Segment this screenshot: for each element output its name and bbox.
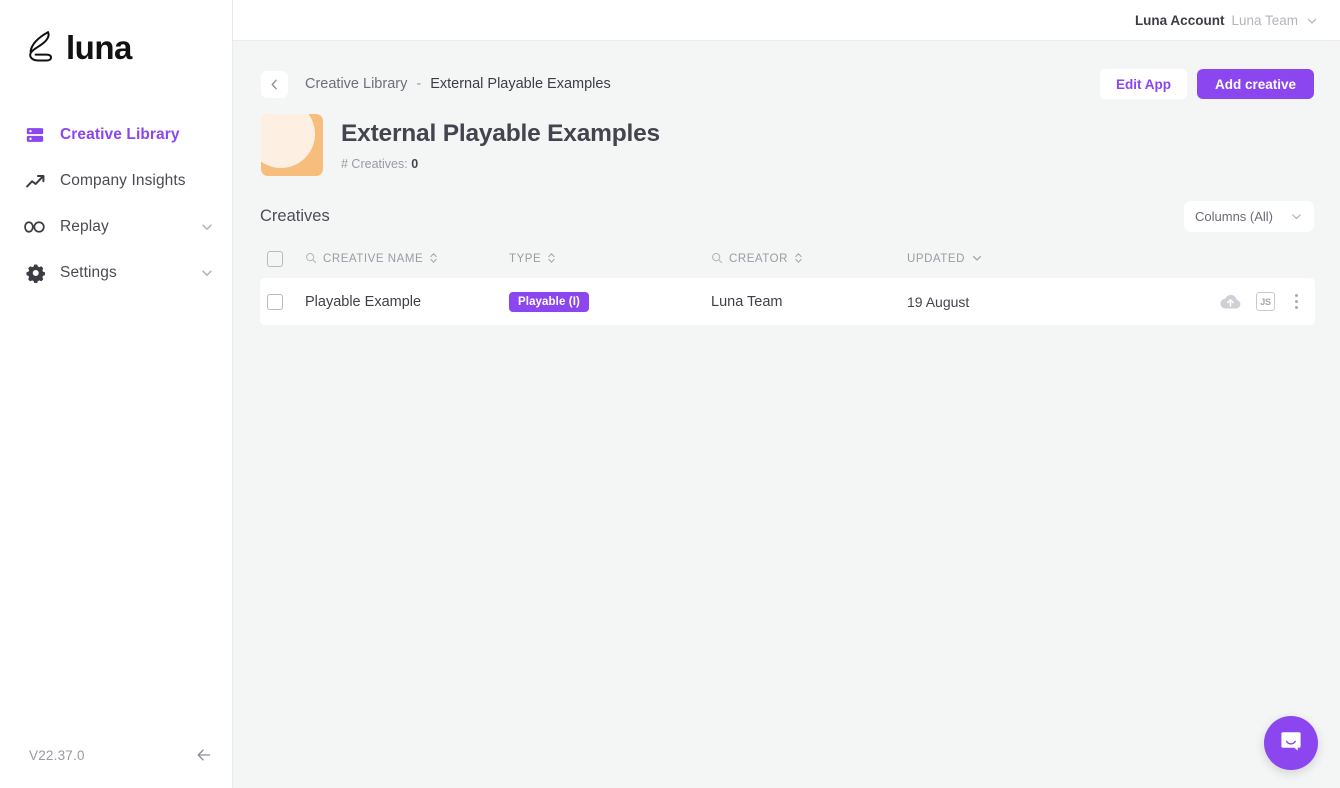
- main-area: Luna Account Luna Team Creative Library …: [233, 0, 1340, 788]
- chevron-down-icon[interactable]: [200, 266, 214, 280]
- sort-arrows-icon[interactable]: [794, 251, 803, 268]
- cell-updated: 19 August: [907, 293, 970, 310]
- page-title: External Playable Examples: [341, 119, 660, 147]
- column-header-label: CREATIVE NAME: [323, 253, 424, 265]
- search-icon[interactable]: [711, 252, 723, 267]
- chevron-down-icon: [1290, 210, 1303, 223]
- column-header-label: UPDATED: [907, 253, 965, 265]
- luna-crescent-logo-icon: [26, 30, 56, 64]
- page-header: External Playable Examples # Creatives: …: [233, 105, 1340, 176]
- column-header-label: CREATOR: [729, 253, 789, 265]
- chat-bubble-icon: [1278, 728, 1304, 759]
- app-thumbnail: [261, 114, 323, 176]
- creatives-section-header: Creatives Columns (All): [233, 176, 1340, 232]
- edit-app-button[interactable]: Edit App: [1099, 69, 1187, 99]
- brand-logo[interactable]: luna: [0, 0, 232, 70]
- gear-icon: [24, 262, 46, 284]
- trending-up-icon: [24, 170, 46, 192]
- chevron-down-icon[interactable]: [971, 252, 983, 267]
- account-name: Luna Account: [1134, 12, 1225, 28]
- server-icon: [24, 124, 46, 146]
- brand-name: luna: [66, 28, 132, 66]
- infinity-icon: [24, 216, 46, 238]
- columns-select-label: Columns (All): [1195, 208, 1274, 224]
- column-header-type[interactable]: TYPE: [509, 251, 711, 268]
- select-all-cell: [267, 251, 305, 267]
- sidebar-item-company-insights[interactable]: Company Insights: [0, 158, 232, 204]
- column-header-label: TYPE: [509, 253, 542, 265]
- thumbnail-circle-shape: [261, 114, 315, 168]
- sidebar-collapse-button[interactable]: [193, 744, 215, 766]
- section-title: Creatives: [260, 206, 330, 225]
- sidebar-item-label: Settings: [60, 264, 117, 281]
- status-badge: Playable (I): [509, 291, 589, 312]
- cell-creator: Luna Team: [711, 293, 783, 310]
- sort-arrows-icon[interactable]: [547, 251, 556, 268]
- breadcrumb-current: External Playable Examples: [430, 76, 611, 92]
- creatives-count: # Creatives: 0: [341, 157, 660, 171]
- column-header-creator[interactable]: CREATOR: [711, 251, 907, 268]
- breadcrumb-parent-link[interactable]: Creative Library: [305, 76, 407, 92]
- sidebar-item-label: Replay: [60, 218, 109, 235]
- sidebar-nav: Creative Library Company Insights Replay…: [0, 112, 232, 296]
- breadcrumb-separator: -: [416, 76, 422, 92]
- sidebar-item-replay[interactable]: Replay: [0, 204, 232, 250]
- column-header-creative-name[interactable]: CREATIVE NAME: [305, 251, 509, 268]
- chat-launcher-button[interactable]: [1264, 716, 1318, 770]
- table-header-row: CREATIVE NAME TYPE CREATOR UPDATED: [260, 242, 1315, 276]
- team-name: Luna Team: [1231, 12, 1298, 28]
- sidebar-footer: V22.37.0: [0, 744, 233, 766]
- columns-select[interactable]: Columns (All): [1184, 200, 1314, 232]
- breadcrumb-bar: Creative Library - External Playable Exa…: [233, 41, 1340, 105]
- app-root: luna Creative Library Company Insights R…: [0, 0, 1340, 788]
- back-button[interactable]: [261, 70, 288, 98]
- top-bar: Luna Account Luna Team: [233, 0, 1340, 41]
- column-header-updated[interactable]: UPDATED: [907, 252, 1047, 267]
- search-icon[interactable]: [305, 252, 317, 267]
- content-panel: Creative Library - External Playable Exa…: [233, 41, 1340, 788]
- sort-arrows-icon[interactable]: [429, 251, 438, 268]
- cloud-upload-icon[interactable]: [1219, 292, 1242, 311]
- row-actions: JS: [1047, 291, 1307, 311]
- creatives-count-label: # Creatives:: [341, 156, 408, 171]
- chevron-down-icon[interactable]: [200, 220, 214, 234]
- chevron-down-icon[interactable]: [1306, 14, 1318, 26]
- page-actions: Edit App Add creative: [1099, 69, 1314, 99]
- sidebar-item-settings[interactable]: Settings: [0, 250, 232, 296]
- row-checkbox[interactable]: [267, 293, 283, 310]
- cell-type: Playable (I): [509, 291, 711, 312]
- cell-creative-name: Playable Example: [305, 293, 422, 310]
- creatives-table: CREATIVE NAME TYPE CREATOR UPDATED Playa…: [233, 232, 1340, 325]
- select-all-checkbox[interactable]: [267, 251, 283, 267]
- js-format-chip[interactable]: JS: [1256, 292, 1275, 311]
- table-row[interactable]: Playable Example Playable (I) Luna Team …: [260, 278, 1315, 325]
- sidebar-item-creative-library[interactable]: Creative Library: [0, 112, 232, 158]
- add-creative-button[interactable]: Add creative: [1196, 69, 1314, 99]
- page-header-text: External Playable Examples # Creatives: …: [341, 120, 660, 171]
- sidebar-item-label: Company Insights: [60, 172, 186, 189]
- kebab-menu-icon[interactable]: [1289, 291, 1304, 311]
- sidebar-item-label: Creative Library: [60, 126, 180, 143]
- sidebar: luna Creative Library Company Insights R…: [0, 0, 233, 788]
- row-select-cell: [267, 293, 305, 310]
- creatives-count-value: 0: [411, 156, 419, 171]
- app-version: V22.37.0: [29, 747, 85, 763]
